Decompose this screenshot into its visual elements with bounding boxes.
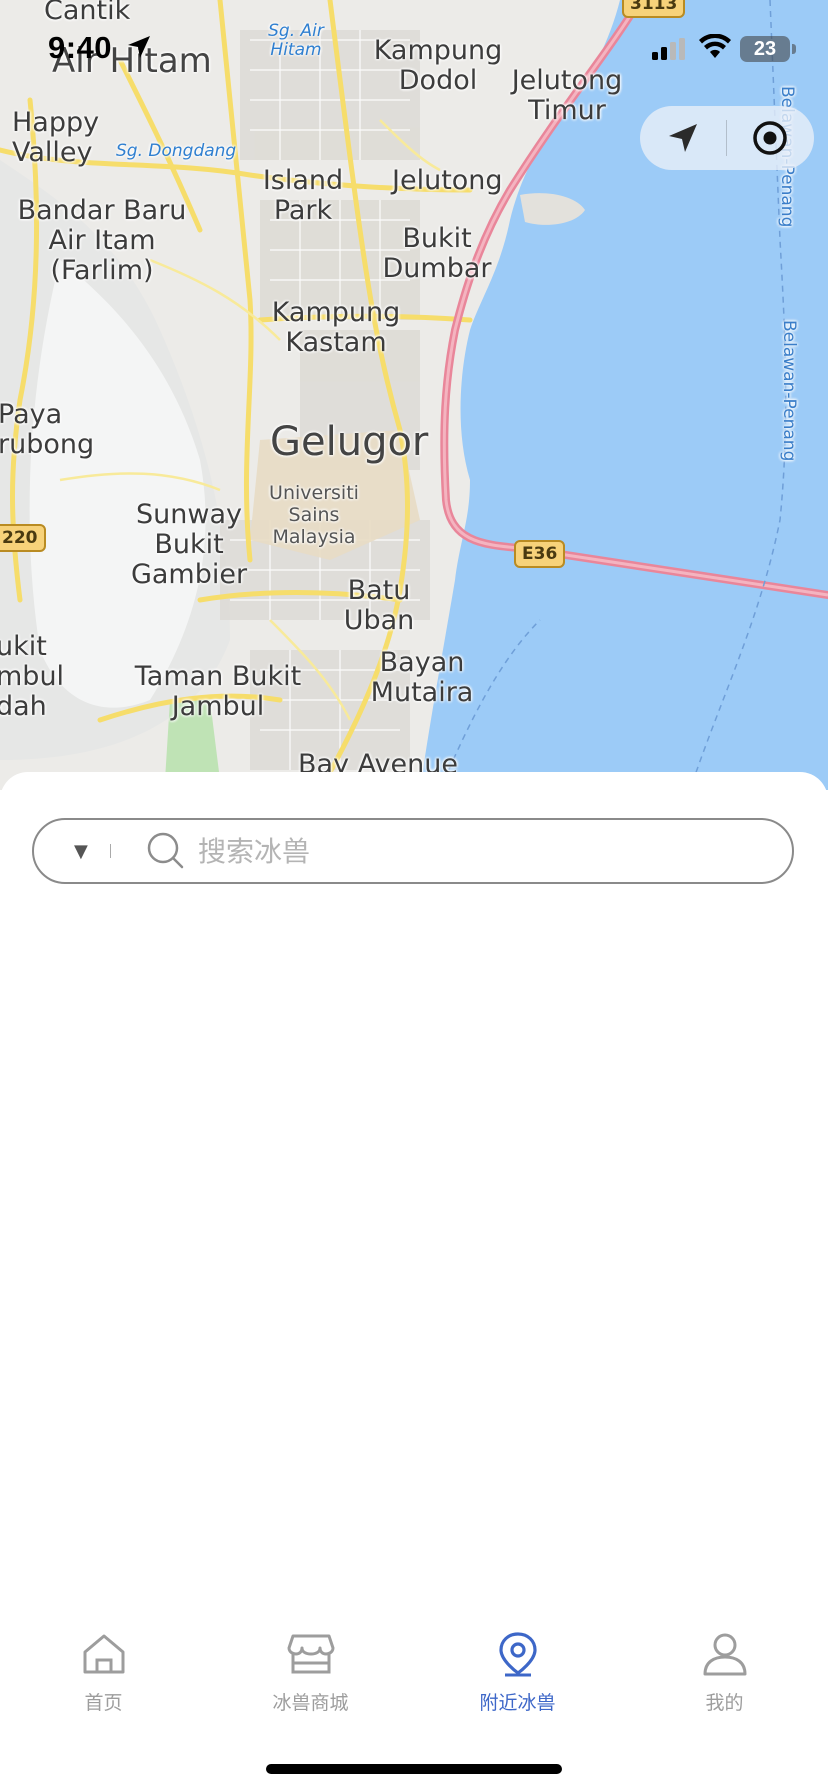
- tab-profile[interactable]: 我的: [621, 1630, 828, 1730]
- map-label: Island Park: [262, 165, 344, 226]
- tab-label: 冰兽商城: [272, 1692, 349, 1714]
- map-label: Kampung Dodol: [373, 35, 503, 96]
- search-bar[interactable]: ▼: [32, 818, 794, 884]
- road-shield: 220: [0, 524, 46, 552]
- close-miniprogram-button[interactable]: [727, 106, 813, 170]
- wifi-icon: [699, 34, 731, 58]
- map-label: Sg. Dongdang: [116, 141, 237, 161]
- map-label: Jelutong: [392, 165, 503, 196]
- map-label: Happy Valley: [12, 107, 100, 168]
- home-icon: [81, 1630, 127, 1678]
- map-label: Cantik: [44, 0, 131, 26]
- map-label: Bandar Baru Air Itam (Farlim): [17, 195, 187, 286]
- home-indicator: [266, 1764, 562, 1774]
- target-icon: [753, 121, 787, 155]
- dropdown-divider: [109, 844, 111, 858]
- map-label: Sg. Air Hitam: [268, 21, 324, 60]
- map-label: ukit mbul dah: [0, 631, 65, 722]
- map-label: Sunway Bukit Gambier: [130, 499, 248, 590]
- map-label: Jelutong Timur: [511, 65, 623, 126]
- tab-store[interactable]: 冰兽商城: [207, 1630, 414, 1730]
- map-label: Gelugor: [270, 419, 429, 465]
- search-icon: [146, 831, 186, 871]
- tab-label: 我的: [705, 1692, 744, 1714]
- map-label: Bayan Mutaira: [370, 647, 474, 708]
- map-label: Taman Bukit Jambul: [134, 661, 302, 722]
- locate-button[interactable]: [640, 106, 726, 170]
- map-label: Belawan-Penang: [779, 320, 799, 462]
- caret-down-icon: ▼: [74, 840, 88, 862]
- location-arrow-icon: [128, 36, 150, 58]
- location-pin-icon: [497, 1630, 539, 1678]
- miniprogram-capsule: [640, 106, 814, 170]
- tab-label: 首页: [84, 1692, 123, 1714]
- map-label: Bukit Dumbar: [382, 223, 492, 284]
- map-label: Universiti Sains Malaysia: [269, 482, 359, 548]
- map-label: Paya rubong: [0, 399, 95, 460]
- status-time: 9:40: [48, 30, 113, 65]
- battery-indicator: 23: [740, 36, 790, 62]
- map-label: Batu Uban: [343, 575, 415, 636]
- road-shield: E36: [514, 540, 566, 568]
- tab-home[interactable]: 首页: [0, 1630, 207, 1730]
- map-label: Kampung Kastam: [271, 297, 401, 358]
- tab-nearby[interactable]: 附近冰兽: [414, 1630, 621, 1730]
- navigation-arrow-icon: [669, 124, 697, 152]
- battery-tip: [792, 44, 796, 54]
- road-shield: 3113: [622, 0, 686, 18]
- store-icon: [287, 1630, 335, 1678]
- profile-icon: [702, 1630, 748, 1678]
- tab-bar: 首页 冰兽商城 附近冰兽 我的: [0, 1630, 828, 1730]
- cellular-signal-icon: [652, 38, 685, 60]
- filter-dropdown[interactable]: ▼: [74, 841, 134, 862]
- search-input[interactable]: [196, 833, 760, 869]
- tab-label: 附近冰兽: [479, 1692, 556, 1714]
